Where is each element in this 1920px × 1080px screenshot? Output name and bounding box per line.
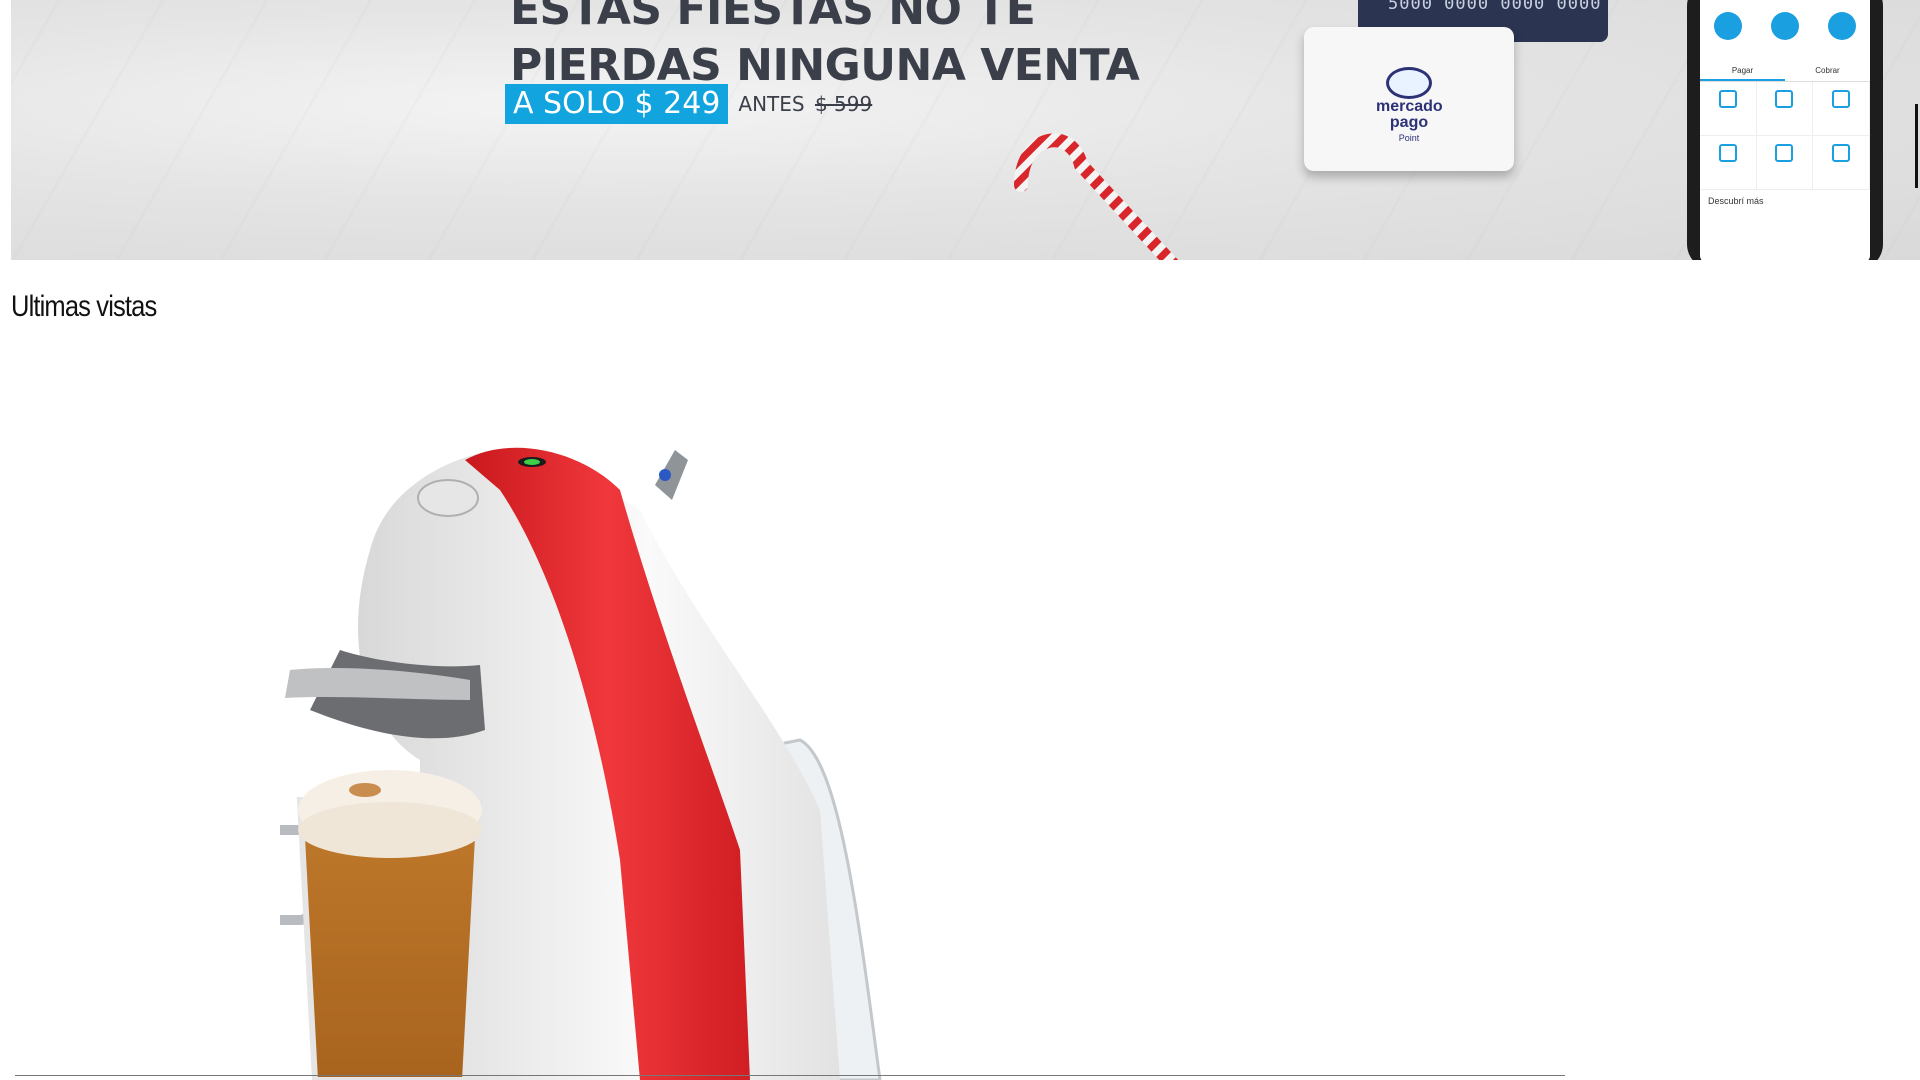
before-label: ANTES	[738, 92, 805, 116]
phone-icon-row	[1700, 0, 1870, 40]
headline-line-1: ESTAS FIESTAS NO TE	[510, 0, 1036, 35]
bill-icon	[1832, 90, 1851, 108]
phone-grid-cell	[1756, 82, 1814, 136]
phone-grid-cell	[1813, 136, 1870, 190]
coffee-machine-image[interactable]	[280, 430, 980, 1080]
section-divider	[15, 1075, 1565, 1076]
qr-icon	[1714, 12, 1743, 40]
logo-word-2: pago	[1389, 114, 1429, 131]
section-title-recently-viewed: Ultimas vistas	[11, 290, 157, 323]
before-price: ANTES $ 599	[738, 92, 872, 116]
money-in-icon	[1770, 12, 1799, 40]
carousel-scroll-indicator[interactable]	[1915, 104, 1918, 188]
card-number: 5000 0000 0000 0000	[1388, 0, 1602, 14]
phone-tab-charge: Cobrar	[1815, 66, 1840, 75]
phone-image: Pagar Cobrar Descubrí más	[1687, 0, 1883, 260]
banner-headline: ESTAS FIESTAS NO TE PIERDAS NINGUNA VENT…	[510, 0, 1140, 94]
send-icon	[1718, 144, 1737, 162]
promo-banner[interactable]: ESTAS FIESTAS NO TE PIERDAS NINGUNA VENT…	[11, 0, 1920, 260]
transport-icon	[1832, 144, 1851, 162]
phone-grid-cell	[1700, 136, 1757, 190]
phone-grid-cell	[1756, 136, 1814, 190]
handshake-icon	[1386, 67, 1432, 99]
price-row: A SOLO $ 249 ANTES $ 599	[505, 84, 872, 124]
tv-icon	[1775, 144, 1794, 162]
phone-grid-cell	[1813, 82, 1870, 136]
old-price: $ 599	[814, 92, 873, 116]
candy-cane-image	[1014, 133, 1179, 260]
phone-tabs: Pagar Cobrar	[1700, 62, 1870, 82]
phone-discover-more: Descubrí más	[1708, 196, 1764, 206]
phone-grid	[1700, 82, 1870, 190]
phone-tab-pay: Pagar	[1700, 62, 1785, 81]
phone-screen: Pagar Cobrar Descubrí más	[1700, 0, 1870, 260]
point-device-image: mercado pago Point	[1304, 27, 1514, 171]
phone-recharge-icon	[1718, 90, 1737, 108]
logo-word-1: mercado	[1376, 98, 1443, 115]
price-badge: A SOLO $ 249	[505, 84, 729, 124]
device-model: Point	[1398, 133, 1420, 143]
money-out-icon	[1827, 12, 1856, 40]
card-icon	[1775, 90, 1794, 108]
mercado-pago-logo: mercado pago Point	[1376, 67, 1443, 143]
phone-grid-cell	[1700, 82, 1757, 136]
